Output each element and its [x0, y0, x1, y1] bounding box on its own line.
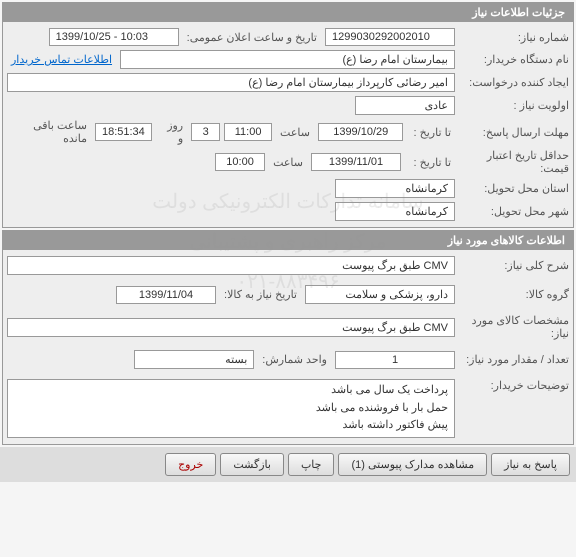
- priority-value: عادی: [355, 96, 455, 115]
- days-label: روز و: [156, 119, 187, 145]
- general-desc-label: شرح کلی نیاز:: [459, 259, 569, 272]
- need-number-label: شماره نیاز:: [459, 31, 569, 44]
- public-announce-value: 1399/10/25 - 10:03: [49, 28, 179, 46]
- deadline-date-value: 1399/10/29: [318, 123, 404, 141]
- need-details-section: جزئیات اطلاعات نیاز شماره نیاز: 12990302…: [2, 2, 574, 228]
- unit-value: بسته: [134, 350, 254, 369]
- until-label-1: تا تاریخ :: [407, 126, 455, 139]
- requester-value: امیر رضائی کارپرداز بیمارستان امام رضا (…: [7, 73, 455, 92]
- validity-time-value: 10:00: [215, 153, 265, 171]
- view-attachments-button[interactable]: مشاهده مدارک پیوستی (1): [338, 453, 487, 476]
- until-label-2: تا تاریخ :: [405, 156, 455, 169]
- qty-label: تعداد / مقدار مورد نیاز:: [459, 353, 569, 366]
- unit-label: واحد شمارش:: [258, 353, 331, 366]
- spec-value: CMV طبق برگ پیوست: [7, 318, 455, 337]
- deadline-time-value: 11:00: [224, 123, 272, 141]
- notes-label: توضیحات خریدار:: [459, 379, 569, 392]
- days-value: 3: [191, 123, 220, 141]
- time-label-2: ساعت: [269, 156, 307, 169]
- buyer-contact-link[interactable]: اطلاعات تماس خریدار: [7, 53, 116, 66]
- back-button[interactable]: بازگشت: [220, 453, 284, 476]
- public-announce-label: تاریخ و ساعت اعلان عمومی:: [183, 31, 321, 44]
- remaining-label: ساعت باقی مانده: [7, 119, 91, 145]
- city-value: کرمانشاه: [335, 202, 455, 221]
- need-until-label: تاریخ نیاز به کالا:: [220, 288, 301, 301]
- respond-button[interactable]: پاسخ به نیاز: [491, 453, 570, 476]
- print-button[interactable]: چاپ: [288, 453, 335, 476]
- province-value: کرمانشاه: [335, 179, 455, 198]
- spec-label: مشخصات کالای مورد نیاز:: [459, 314, 569, 340]
- section2-header: اطلاعات کالاهای مورد نیاز: [3, 231, 573, 250]
- section1-header: جزئیات اطلاعات نیاز: [3, 3, 573, 22]
- requester-label: ایجاد کننده درخواست:: [459, 76, 569, 89]
- footer-buttons: پاسخ به نیاز مشاهده مدارک پیوستی (1) چاپ…: [0, 447, 576, 482]
- need-number-value: 1299030292002010: [325, 28, 455, 46]
- exit-button[interactable]: خروج: [165, 453, 216, 476]
- need-until-value: 1399/11/04: [116, 286, 216, 304]
- city-label: شهر محل تحویل:: [459, 205, 569, 218]
- time-label-1: ساعت: [276, 126, 314, 139]
- validity-label: حداقل تاریخ اعتبار قیمت:: [459, 149, 569, 175]
- buyer-org-value: بیمارستان امام رضا (ع): [120, 50, 455, 69]
- group-value: دارو، پزشکی و سلامت: [305, 285, 455, 304]
- notes-value: پرداخت یک سال می باشد حمل بار با فروشنده…: [7, 379, 455, 438]
- goods-info-section: اطلاعات کالاهای مورد نیاز شرح کلی نیاز: …: [2, 230, 574, 445]
- priority-label: اولویت نیاز :: [459, 99, 569, 112]
- deadline-label: مهلت ارسال پاسخ:: [459, 126, 569, 139]
- province-label: استان محل تحویل:: [459, 182, 569, 195]
- group-label: گروه کالا:: [459, 288, 569, 301]
- validity-date-value: 1399/11/01: [311, 153, 401, 171]
- buyer-org-label: نام دستگاه خریدار:: [459, 53, 569, 66]
- qty-value: 1: [335, 351, 455, 369]
- general-desc-value: CMV طبق برگ پیوست: [7, 256, 455, 275]
- remaining-time-value: 18:51:34: [95, 123, 152, 141]
